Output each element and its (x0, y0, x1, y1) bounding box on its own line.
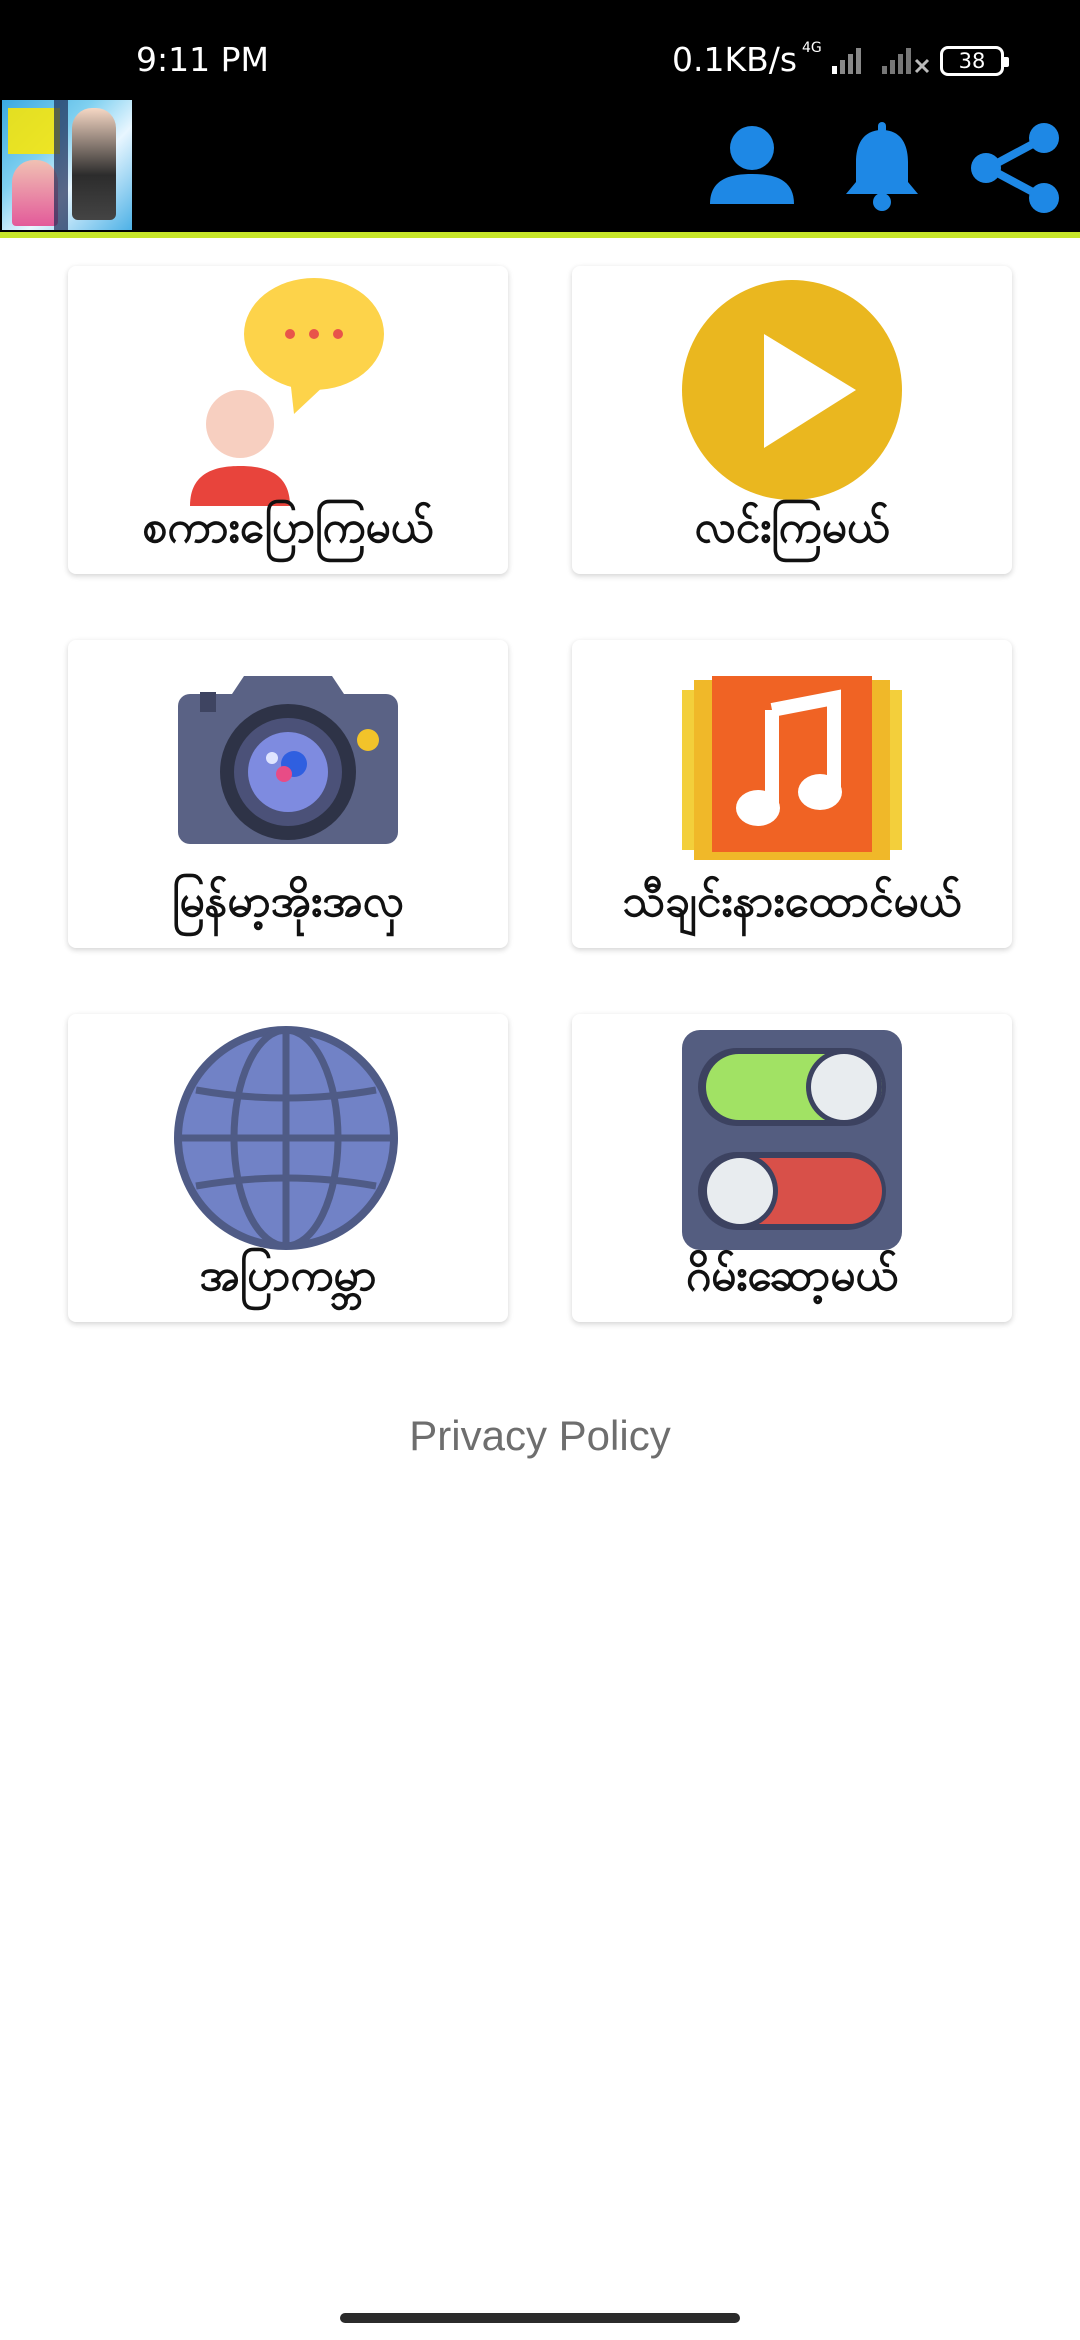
home-indicator[interactable] (340, 2313, 740, 2323)
menu-card-games[interactable]: ဂိမ်းဆော့မယ် (572, 1014, 1012, 1322)
bell-icon[interactable] (834, 118, 930, 214)
battery-icon: 38 (940, 46, 1009, 76)
camera-icon (178, 676, 398, 844)
privacy-policy-link[interactable]: Privacy Policy (0, 1412, 1080, 1460)
status-bar: 9:11 PM 0.1KB/s 4G 38 (0, 0, 1080, 100)
signal-no-sim-icon (882, 48, 930, 74)
music-icon (682, 676, 902, 860)
menu-label: သီချင်းနားထောင်မယ် (622, 876, 962, 927)
menu-card-chat[interactable]: စကားပြောကြမယ် (68, 266, 508, 574)
network-type: 4G (802, 40, 822, 56)
app-bar-accent-line (0, 232, 1080, 238)
toggle-switches-icon (682, 1030, 902, 1250)
signal-4g-icon: 4G (802, 40, 861, 74)
menu-label: အပြာကမ္ဘာ (199, 1250, 377, 1301)
globe-icon (174, 1026, 398, 1250)
menu-card-world[interactable]: အပြာကမ္ဘာ (68, 1014, 508, 1322)
network-speed: 0.1KB/s (672, 40, 798, 79)
chat-person-icon (190, 278, 384, 506)
profile-icon[interactable] (704, 118, 800, 214)
menu-label: မြန်မာ့အိုးအလှ (172, 876, 404, 927)
menu-label: ဂိမ်းဆော့မယ် (685, 1250, 899, 1301)
battery-level: 38 (958, 49, 986, 73)
share-icon[interactable] (966, 118, 1062, 214)
menu-card-music[interactable]: သီချင်းနားထောင်မယ် (572, 640, 1012, 948)
menu-card-video[interactable]: လင်းကြမယ် (572, 266, 1012, 574)
play-icon (682, 280, 902, 500)
app-logo[interactable] (2, 100, 132, 230)
menu-label: စကားပြောကြမယ် (142, 502, 434, 553)
menu-card-photos[interactable]: မြန်မာ့အိုးအလှ (68, 640, 508, 948)
status-time: 9:11 PM (136, 40, 269, 79)
menu-label: လင်းကြမယ် (694, 502, 890, 553)
